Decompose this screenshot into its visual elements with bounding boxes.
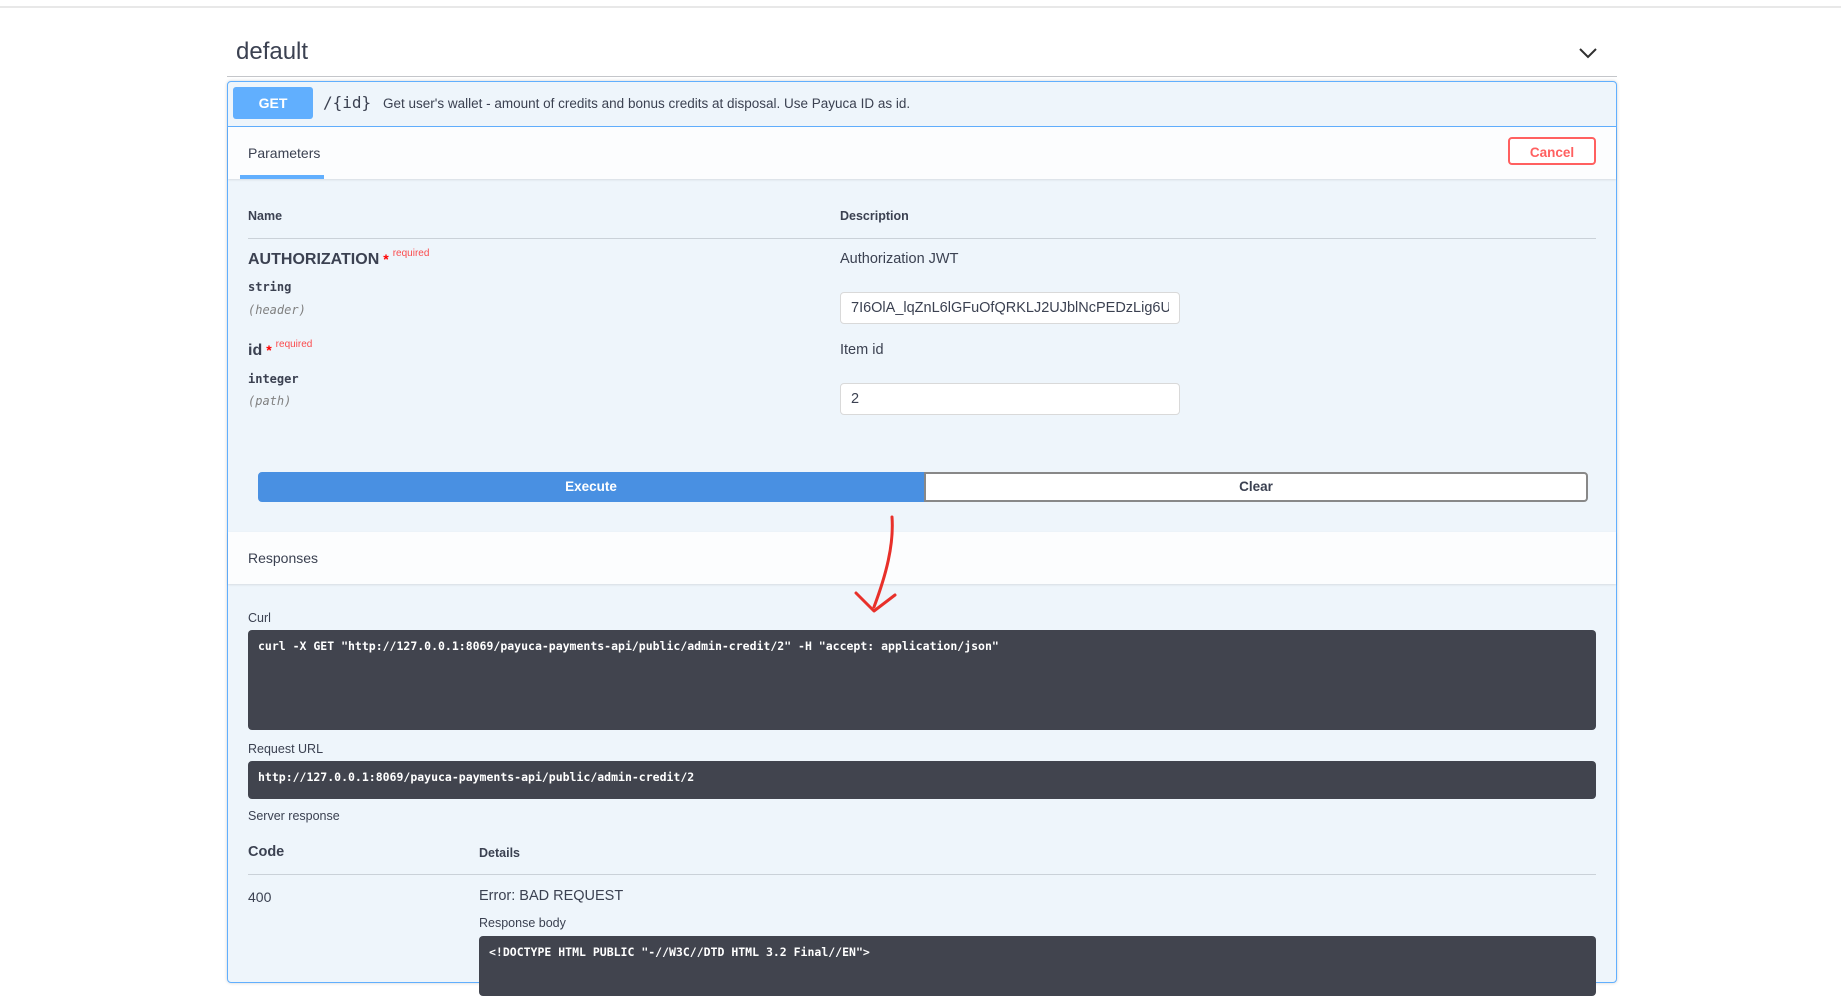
operation-block: GET /{id} Get user's wallet - amount of … (227, 81, 1617, 996)
response-body[interactable]: <!DOCTYPE HTML PUBLIC "-//W3C//DTD HTML … (479, 936, 1596, 996)
param-name: id * required (248, 339, 313, 360)
header-divider (248, 238, 1596, 239)
param-name-text: AUTHORIZATION (248, 251, 380, 268)
tag-title: default (236, 38, 309, 65)
top-divider (0, 6, 1841, 8)
active-tab-indicator (240, 175, 324, 179)
operation-summary[interactable]: GET /{id} Get user's wallet - amount of … (228, 82, 1616, 127)
request-url-label: Request URL (248, 742, 324, 756)
curl-label: Curl (248, 611, 271, 625)
column-header-name: Name (248, 209, 283, 223)
responses-header: Responses (228, 532, 1616, 584)
authorization-input[interactable] (840, 292, 1180, 324)
param-location: (header) (248, 303, 306, 317)
param-description: Authorization JWT (840, 251, 959, 267)
tab-parameters[interactable]: Parameters (248, 145, 320, 161)
http-method-badge: GET (233, 87, 313, 119)
operation-path: /{id} (323, 93, 372, 112)
chevron-down-icon[interactable] (1577, 42, 1599, 64)
response-body-label: Response body (479, 916, 566, 930)
tag-section-header[interactable]: default (227, 28, 1617, 77)
server-response-label: Server response (248, 809, 340, 823)
param-description: Item id (840, 342, 884, 358)
response-column-code: Code (248, 844, 285, 860)
response-column-details: Details (479, 846, 520, 860)
response-status-code: 400 (248, 889, 272, 905)
cancel-button[interactable]: Cancel (1508, 137, 1596, 165)
responses-title: Responses (248, 550, 319, 566)
required-label: required (275, 339, 313, 350)
required-label: required (392, 248, 430, 259)
param-location: (path) (248, 394, 292, 408)
column-header-description: Description (840, 209, 909, 223)
curl-command[interactable]: curl -X GET "http://127.0.0.1:8069/payuc… (248, 630, 1596, 730)
response-error-text: Error: BAD REQUEST (479, 888, 624, 904)
execute-button-group: Execute Clear (258, 472, 1588, 502)
operation-description: Get user's wallet - amount of credits an… (383, 96, 911, 111)
param-type: integer (248, 372, 299, 386)
id-input[interactable] (840, 383, 1180, 415)
response-header-divider (248, 874, 1596, 875)
required-mark: * (383, 251, 389, 267)
param-name-text: id (248, 342, 263, 359)
parameters-header: Parameters Cancel (228, 127, 1616, 179)
request-url[interactable]: http://127.0.0.1:8069/payuca-payments-ap… (248, 761, 1596, 799)
param-name: AUTHORIZATION * required (248, 248, 430, 269)
required-mark: * (266, 342, 272, 358)
clear-button[interactable]: Clear (924, 472, 1588, 502)
execute-button[interactable]: Execute (258, 472, 924, 502)
param-type: string (248, 280, 292, 294)
